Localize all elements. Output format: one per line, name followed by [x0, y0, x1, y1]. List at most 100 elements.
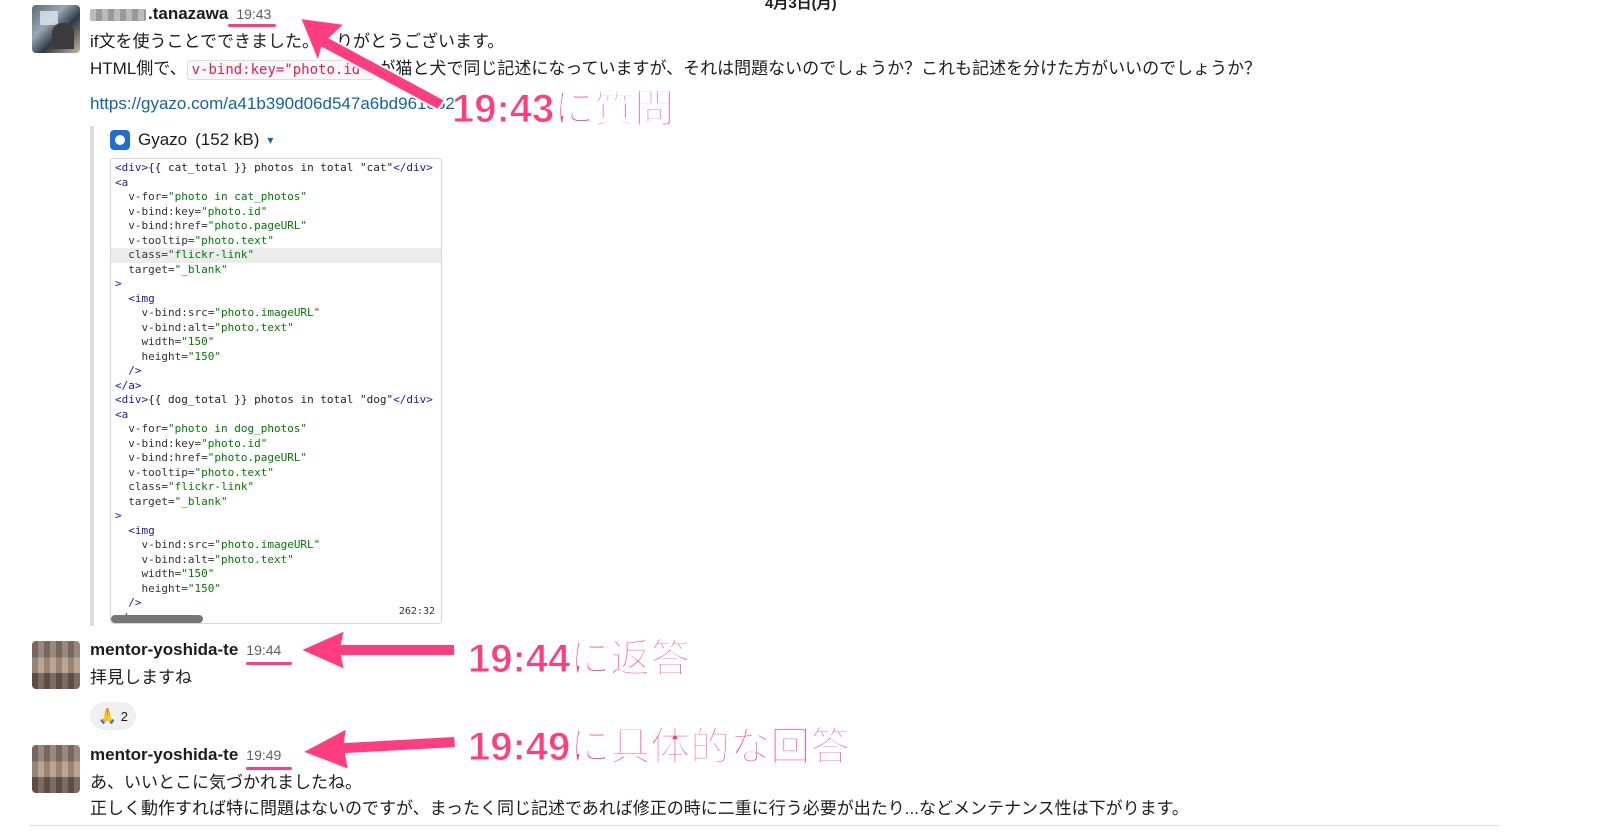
code-token: v-for=	[115, 190, 168, 203]
code-token: "photo.text"	[214, 552, 294, 566]
code-token: {{ dog_total }} photos in total "dog"	[148, 393, 394, 406]
cursor-position: 262:32	[398, 606, 435, 617]
attachment-size: (152 kB)	[195, 130, 260, 149]
code-line: v-bind:alt="photo.text"	[115, 552, 441, 568]
code-token: "photo in dog_photos"	[167, 422, 308, 435]
code-line: v-bind:src="photo.imageURL"	[115, 306, 441, 321]
code-token: <img	[115, 523, 155, 537]
code-token: v-bind:src=	[115, 306, 215, 319]
code-line: v-tooltip="photo.text"	[115, 465, 441, 481]
code-line: <a	[115, 175, 441, 191]
code-token: height=	[115, 581, 188, 595]
code-token: v-bind:key=	[115, 436, 202, 450]
message-text: 拝見しますね	[90, 668, 192, 687]
code-token: class=	[115, 480, 168, 493]
timestamp[interactable]: 19:49	[246, 747, 281, 763]
timestamp[interactable]: 19:44	[246, 642, 281, 658]
avatar[interactable]	[32, 5, 80, 53]
code-line: <img	[115, 291, 441, 307]
username[interactable]: mentor-yoshida-te	[90, 745, 238, 765]
time-underline	[228, 24, 276, 27]
text-segment: HTML側で、	[90, 59, 187, 78]
code-token: "flickr-link"	[167, 248, 255, 261]
code-screenshot[interactable]: <div> {{ cat_total }} photos in total "ca…	[110, 158, 442, 624]
date-divider: 4月3日(月)	[765, 0, 837, 12]
code-token: <img	[115, 291, 155, 305]
annotation-label: 19:44に返答	[467, 637, 691, 682]
code-token: "photo.text"	[194, 233, 274, 247]
timestamp[interactable]: 19:43	[236, 6, 271, 22]
message-header: mentor-yoshida-te 19:44	[90, 640, 281, 660]
code-lines: <div> {{ cat_total }} photos in total "ca…	[111, 161, 441, 623]
avatar[interactable]	[32, 745, 80, 793]
code-token: <div>	[115, 393, 149, 406]
code-line: v-bind:src="photo.imageURL"	[115, 538, 441, 553]
code-token: </div>	[393, 393, 433, 406]
code-line: height="150"	[115, 581, 441, 597]
code-line: <img	[115, 523, 441, 539]
code-line: />	[115, 596, 441, 611]
attachment-header: Gyazo (152 kB) ▾	[110, 130, 273, 150]
divider	[30, 825, 1500, 826]
time-underline	[246, 767, 292, 770]
pray-emoji-icon: 🙏	[98, 708, 117, 725]
code-line: v-bind:href="photo.pageURL"	[115, 451, 441, 466]
code-line: <a	[115, 407, 441, 423]
message-header: .tanazawa 19:43	[90, 4, 271, 24]
code-token: "photo.text"	[194, 465, 274, 479]
code-token: "photo.imageURL"	[214, 538, 321, 551]
code-token: "_blank"	[174, 262, 228, 276]
message-text: HTML側で、 v-bind:key="photo.id" が猫と犬で同じ記述にな…	[90, 57, 1261, 82]
code-line: v-bind:alt="photo.text"	[115, 320, 441, 336]
code-token: <a	[115, 175, 129, 189]
inline-code: v-bind:key="photo.id"	[186, 60, 374, 80]
username-text: .tanazawa	[148, 4, 229, 23]
code-line: target="_blank"	[115, 494, 441, 510]
code-line: />	[115, 364, 441, 379]
message-text: if文を使うことでできました。ありがとうございます。	[90, 32, 505, 51]
code-line: v-bind:key="photo.id"	[115, 204, 441, 220]
code-token: "photo.pageURL"	[207, 451, 308, 464]
code-token: "_blank"	[174, 494, 228, 508]
reaction-count: 2	[120, 708, 128, 724]
time-underline	[246, 662, 292, 665]
gyazo-link[interactable]: https://gyazo.com/a41b390d06d547a6bd9618…	[90, 94, 455, 114]
username[interactable]: mentor-yoshida-te	[90, 640, 238, 660]
code-token: {{ cat_total }} photos in total "cat"	[148, 161, 394, 174]
code-token: v-bind:alt=	[115, 552, 215, 566]
image-attachment: Gyazo (152 kB) ▾ <div> {{ cat_total }} ph…	[90, 126, 450, 626]
code-token: "150"	[181, 567, 215, 580]
code-line: width="150"	[115, 335, 441, 350]
code-token: target=	[115, 262, 175, 276]
code-token: v-bind:key=	[115, 204, 202, 218]
code-token: width=	[115, 567, 182, 580]
attachment-source[interactable]: Gyazo	[138, 130, 187, 150]
reaction-pill[interactable]: 🙏 2	[90, 702, 136, 730]
avatar[interactable]	[32, 641, 80, 689]
annotation-label: 19:43に質問	[451, 87, 675, 132]
username[interactable]: .tanazawa	[90, 4, 228, 24]
scrollbar[interactable]	[111, 615, 203, 623]
code-line: v-bind:key="photo.id"	[115, 436, 441, 452]
code-line: class="flickr-link"	[115, 480, 441, 495]
code-line: <div>{{ dog_total }} photos in total "do…	[115, 393, 441, 408]
message-text: あ、いいとこに気づかれましたね。	[90, 773, 362, 792]
code-token: "150"	[187, 581, 221, 595]
code-line: target="_blank"	[115, 262, 441, 278]
code-token: v-tooltip=	[115, 233, 195, 247]
code-token: "photo.text"	[214, 320, 294, 334]
code-token: "150"	[181, 335, 215, 348]
code-token: target=	[115, 494, 175, 508]
code-token: "photo.id"	[201, 436, 268, 450]
code-token: v-tooltip=	[115, 465, 195, 479]
code-line: v-for="photo in cat_photos"	[115, 190, 441, 205]
code-token: "photo.pageURL"	[207, 219, 308, 232]
arrow-3	[299, 726, 458, 772]
code-line: width="150"	[115, 567, 441, 582]
message-header: mentor-yoshida-te 19:49	[90, 745, 281, 765]
gyazo-icon	[110, 130, 130, 150]
code-line: v-tooltip="photo.text"	[115, 233, 441, 249]
code-token: <a	[115, 407, 129, 421]
chevron-down-icon[interactable]: ▾	[267, 133, 273, 147]
message-text: 正しく動作すれば特に問題はないのですが、まったく同じ記述であれば修正の時に二重に…	[90, 799, 1189, 818]
